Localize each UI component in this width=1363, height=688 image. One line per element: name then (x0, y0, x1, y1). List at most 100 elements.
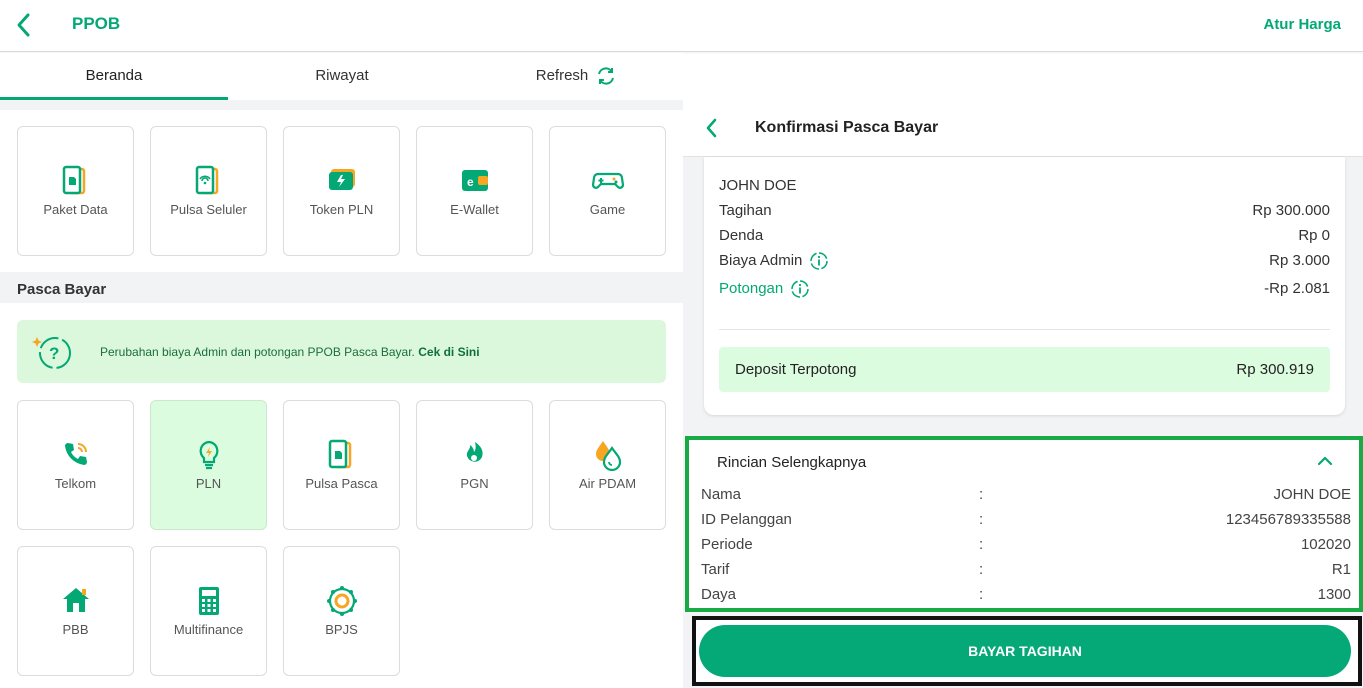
svg-text:e: e (467, 175, 474, 189)
product-label: BPJS (325, 622, 358, 637)
deposit-label: Deposit Terpotong (735, 361, 857, 378)
detail-separator: : (979, 486, 984, 503)
denda-row: Denda Rp 0 (719, 227, 1330, 244)
gamepad-icon (550, 165, 665, 199)
detail-row-daya: Daya : 1300 (701, 586, 1351, 603)
product-label: Telkom (54, 476, 97, 491)
confirmation-header: Konfirmasi Pasca Bayar (683, 100, 1363, 157)
phone-sim-icon (18, 165, 133, 199)
product-label: Pulsa Seluler (170, 202, 247, 217)
tab-riwayat[interactable]: Riwayat (228, 53, 456, 100)
gas-icon (417, 439, 532, 473)
detail-label: Daya (701, 586, 737, 603)
detail-row-tarif: Tarif : R1 (701, 561, 1351, 578)
detail-value: 102020 (1300, 536, 1351, 553)
product-game[interactable]: Game (549, 126, 666, 256)
info-icon[interactable] (810, 252, 829, 270)
detail-label: Periode (701, 536, 753, 553)
product-label: PLN (195, 476, 222, 491)
question-icon: ? (32, 337, 71, 369)
atur-harga-link[interactable]: Atur Harga (1263, 16, 1341, 33)
biaya-admin-row: Biaya Admin Rp 3.000 (719, 252, 1330, 270)
product-telkom[interactable]: Telkom (17, 400, 134, 530)
product-label: Multifinance (173, 622, 244, 637)
product-token-pln[interactable]: Token PLN (283, 126, 400, 256)
product-pulsa-pasca[interactable]: Pulsa Pasca (283, 400, 400, 530)
product-pgn[interactable]: PGN (416, 400, 533, 530)
row-value: Rp 0 (1298, 227, 1330, 244)
pasca-bayar-heading: Pasca Bayar (17, 281, 107, 298)
refresh-icon (598, 67, 615, 85)
confirmation-pane: Konfirmasi Pasca Bayar JOHN DOE Tagihan … (683, 100, 1363, 688)
prabayar-section: Paket Data Pulsa Seluler Token PLN e E-W… (0, 110, 683, 272)
info-banner[interactable]: ? Perubahan biaya Admin dan potongan PPO… (17, 320, 666, 383)
rincian-selengkapnya-panel: Rincian Selengkapnya Nama : JOHN DOE ID … (685, 436, 1363, 612)
row-label: Biaya Admin (719, 252, 803, 269)
product-label: Token PLN (309, 202, 374, 217)
row-label: Denda (719, 227, 764, 244)
detail-label: Tarif (701, 561, 730, 578)
back-icon[interactable] (14, 12, 34, 38)
deposit-value: Rp 300.919 (1236, 361, 1314, 378)
product-label: Air PDAM (578, 476, 637, 491)
product-pulsa-seluler[interactable]: Pulsa Seluler (150, 126, 267, 256)
banner-text: Perubahan biaya Admin dan potongan PPOB … (100, 345, 480, 359)
top-bar: PPOB Atur Harga (0, 0, 1363, 52)
detail-separator: : (979, 536, 984, 553)
detail-row-nama: Nama : JOHN DOE (701, 486, 1351, 503)
confirmation-title: Konfirmasi Pasca Bayar (755, 119, 939, 136)
banner-link[interactable]: Cek di Sini (418, 345, 479, 359)
wallet-icon: e (417, 165, 532, 199)
product-label: E-Wallet (450, 202, 499, 217)
product-label: Game (589, 202, 626, 217)
detail-value: 123456789335588 (1225, 511, 1351, 528)
bpjs-icon (284, 585, 399, 619)
product-pln[interactable]: PLN (150, 400, 267, 530)
product-label: Paket Data (43, 202, 108, 217)
detail-label: Nama (701, 486, 742, 503)
product-multifinance[interactable]: Multifinance (150, 546, 267, 676)
row-label: Potongan (719, 280, 784, 297)
tagihan-row: Tagihan Rp 300.000 (719, 202, 1330, 219)
detail-value: R1 (1331, 561, 1351, 578)
potongan-row: Potongan -Rp 2.081 (719, 280, 1330, 298)
product-label: PGN (460, 476, 489, 491)
token-icon (284, 165, 399, 199)
product-air-pdam[interactable]: Air PDAM (549, 400, 666, 530)
divider (719, 329, 1330, 330)
product-pbb[interactable]: PBB (17, 546, 134, 676)
row-value: Rp 300.000 (1252, 202, 1330, 219)
info-icon[interactable] (791, 280, 809, 298)
row-value: Rp 3.000 (1269, 252, 1330, 269)
detail-separator: : (979, 561, 984, 578)
pay-button-frame: BAYAR TAGIHAN (692, 616, 1362, 686)
phone-sim-icon (284, 439, 399, 473)
detail-value: 1300 (1317, 586, 1351, 603)
tab-beranda[interactable]: Beranda (0, 53, 228, 100)
customer-name: JOHN DOE (719, 177, 797, 194)
back-icon[interactable] (705, 118, 719, 143)
calculator-icon (151, 585, 266, 619)
telephone-icon (18, 439, 133, 473)
bayar-tagihan-button[interactable]: BAYAR TAGIHAN (699, 625, 1351, 677)
detail-separator: : (979, 511, 984, 528)
product-bpjs[interactable]: BPJS (283, 546, 400, 676)
water-drop-icon (550, 439, 665, 473)
lightbulb-icon (151, 439, 266, 473)
refresh-label: Refresh (535, 67, 589, 84)
product-e-wallet[interactable]: e E-Wallet (416, 126, 533, 256)
phone-signal-icon (151, 165, 266, 199)
refresh-button[interactable]: Refresh (456, 53, 696, 100)
house-icon (18, 585, 133, 619)
detail-separator: : (979, 586, 984, 603)
rincian-title: Rincian Selengkapnya (717, 454, 867, 471)
svg-text:?: ? (49, 344, 59, 363)
deposit-terpotong-box: Deposit Terpotong Rp 300.919 (719, 347, 1330, 392)
chevron-up-icon[interactable] (1317, 454, 1333, 472)
product-label: Pulsa Pasca (305, 476, 378, 491)
detail-value: JOHN DOE (1273, 486, 1351, 503)
row-label: Tagihan (719, 202, 772, 219)
product-label: PBB (62, 622, 89, 637)
page-title: PPOB (72, 14, 121, 33)
product-paket-data[interactable]: Paket Data (17, 126, 134, 256)
